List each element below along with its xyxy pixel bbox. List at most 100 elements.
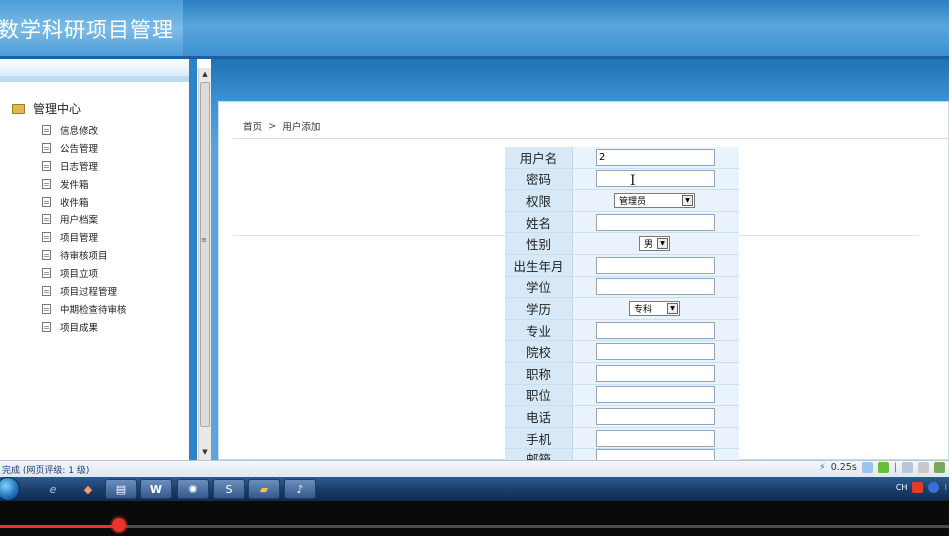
video-progress-knob[interactable] [111, 518, 126, 532]
settings-icon[interactable] [918, 462, 929, 473]
role-select[interactable]: 管理员 ▼ [614, 192, 695, 208]
download-icon[interactable] [877, 462, 889, 473]
scroll-down-arrow-icon[interactable]: ▼ [200, 446, 210, 458]
breadcrumb-home[interactable]: 首页 [243, 119, 262, 133]
major-input[interactable] [596, 321, 715, 339]
sidebar-item-projects[interactable]: 项目管理 [42, 228, 127, 246]
media-icon[interactable]: ♪ [284, 479, 316, 499]
video-progress-track[interactable] [0, 525, 949, 528]
sidebar-item-results[interactable]: 项目成果 [42, 318, 127, 336]
start-button[interactable] [0, 477, 20, 501]
scroll-up-arrow-icon[interactable]: ▲ [200, 68, 210, 80]
mobile-label: 手机 [505, 427, 573, 449]
form-row-username: 用户名 2 [505, 147, 739, 169]
education-select[interactable]: 专科 ▼ [629, 300, 680, 316]
document-icon [42, 303, 51, 314]
form-row-position: 职位 [505, 384, 739, 407]
chevron-down-icon[interactable]: ▼ [657, 238, 668, 250]
word-icon[interactable]: W [140, 479, 172, 499]
sidebar-item-midterm-review[interactable]: 中期检查待审核 [42, 300, 127, 318]
gender-select[interactable]: 男 ▼ [639, 236, 670, 252]
document-icon [42, 214, 51, 225]
zoom-icon[interactable] [861, 462, 873, 473]
sidebar-item-label: 项目管理 [60, 233, 99, 245]
name-label: 姓名 [505, 211, 573, 233]
sidebar-border [189, 59, 197, 460]
gender-label: 性别 [505, 233, 573, 254]
sidebar-item-pending-projects[interactable]: 待审核项目 [42, 246, 127, 264]
sidebar-item-label: 用户档案 [60, 215, 99, 227]
document-icon [42, 160, 51, 171]
username-input[interactable]: 2 [596, 148, 715, 166]
gender-selected-value: 男 [644, 240, 654, 251]
speed-icon: ⚡ [819, 462, 826, 473]
app-window: 数学科研项目管理 管理中心 信息修改 公告管理 日志管理 发件箱 收件箱 用户档… [0, 0, 949, 536]
document-icon [42, 285, 51, 296]
browser-statusbar: 完成 (网页评级: 1 级) ⚡ 0.25s | [0, 460, 949, 477]
sidebar-item-inbox[interactable]: 收件箱 [42, 193, 127, 211]
user-add-form: 用户名 2 密码 权限 管理员 ▼ 姓名 性别 男 ▼ 出生年月 学位 学历 专… [505, 147, 739, 462]
sidebar-item-label: 发件箱 [60, 179, 89, 191]
document-icon [42, 178, 51, 189]
separator-icon: | [893, 462, 897, 473]
email-label: 邮箱 [505, 449, 573, 461]
language-indicator[interactable]: CH [896, 483, 908, 492]
username-label: 用户名 [505, 147, 573, 168]
sidebar-item-logs[interactable]: 日志管理 [42, 157, 127, 175]
mobile-input[interactable] [596, 429, 715, 447]
form-row-name: 姓名 [505, 211, 739, 234]
paint-icon[interactable]: ◆ [72, 479, 104, 499]
school-label: 院校 [505, 341, 573, 362]
sidebar-header [0, 59, 189, 76]
form-row-title: 职称 [505, 362, 739, 385]
sidebar-item-label: 收件箱 [60, 197, 89, 209]
degree-input[interactable] [596, 278, 715, 296]
menu-root-label: 管理中心 [33, 102, 82, 116]
ie-icon[interactable]: e [37, 479, 69, 499]
document-icon [42, 142, 51, 153]
phone-input[interactable] [596, 407, 715, 425]
chevron-down-icon[interactable]: ▼ [682, 194, 693, 206]
app-title: 数学科研项目管理 [0, 18, 174, 42]
sidebar-item-outbox[interactable]: 发件箱 [42, 175, 127, 193]
position-label: 职位 [505, 384, 573, 406]
document-icon [42, 321, 51, 332]
school-input[interactable] [596, 343, 715, 361]
status-text: 完成 (网页评级: 1 级) [2, 465, 90, 476]
taskbar: e ◆ ▤ W ✺ S ▰ ♪ CH ⁝ [0, 477, 949, 501]
sogou-icon[interactable]: S [213, 479, 245, 499]
sidebar-item-info-edit[interactable]: 信息修改 [42, 121, 127, 139]
extension-icon[interactable] [934, 462, 945, 473]
major-label: 专业 [505, 319, 573, 341]
document-icon [42, 232, 51, 243]
form-row-mobile: 手机 [505, 427, 739, 450]
help-icon[interactable] [928, 482, 940, 493]
position-input[interactable] [596, 386, 715, 404]
more-tray-icon[interactable]: ⁝ [944, 483, 947, 492]
title-label: 职称 [505, 362, 573, 384]
chevron-down-icon[interactable]: ▼ [667, 302, 678, 314]
password-input[interactable] [596, 170, 715, 188]
system-tray: CH ⁝ [896, 482, 947, 493]
scrollbar-thumb[interactable] [200, 82, 210, 427]
load-speed: 0.25s [830, 462, 857, 473]
sidebar-scrollbar[interactable]: ▲ ≡ ▼ [198, 68, 211, 460]
sidebar-item-label: 信息修改 [60, 125, 99, 137]
text-cursor-icon: I [630, 173, 636, 189]
explorer-icon[interactable]: ▤ [105, 479, 137, 499]
name-input[interactable] [596, 213, 715, 231]
education-label: 学历 [505, 298, 573, 319]
sidebar-item-announcements[interactable]: 公告管理 [42, 139, 127, 157]
settings-icon[interactable]: ✺ [177, 479, 209, 499]
sidebar-item-user-records[interactable]: 用户档案 [42, 210, 127, 228]
volume-icon[interactable] [902, 462, 913, 473]
sidebar-item-project-approval[interactable]: 项目立项 [42, 264, 127, 282]
sogou-tray-icon[interactable] [912, 482, 924, 493]
title-input[interactable] [596, 364, 715, 382]
birth-input[interactable] [596, 256, 715, 274]
sidebar-item-project-process[interactable]: 项目过程管理 [42, 282, 127, 300]
folder-open-icon [12, 103, 25, 114]
folder-app-icon[interactable]: ▰ [248, 479, 280, 499]
menu-root-management[interactable]: 管理中心 [12, 100, 81, 117]
form-row-gender: 性别 男 ▼ [505, 233, 739, 255]
